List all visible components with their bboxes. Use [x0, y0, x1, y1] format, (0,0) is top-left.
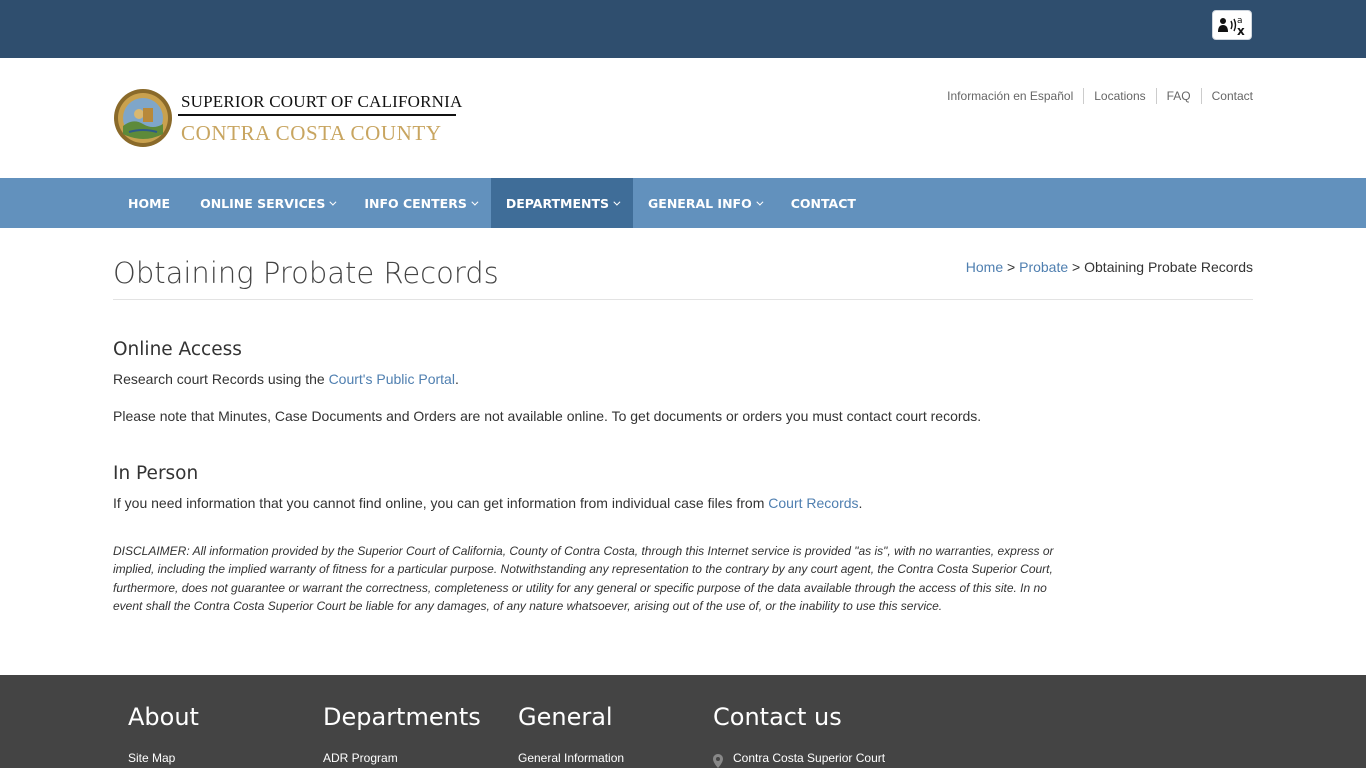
util-link-contact[interactable]: Contact — [1200, 88, 1253, 104]
breadcrumb-current: Obtaining Probate Records — [1084, 259, 1253, 275]
footer-link-site-map[interactable]: Site Map — [128, 751, 175, 765]
court-logo[interactable]: SUPERIOR COURT OF CALIFORNIA CONTRA COST… — [113, 88, 462, 148]
nav-label: INFO CENTERS — [364, 195, 467, 211]
footer-heading-contact: Contact us — [713, 703, 842, 731]
translate-person-icon: a x — [1218, 16, 1245, 37]
main-navbar: HOME ONLINE SERVICES INFO CENTERS DEPART… — [0, 178, 1366, 228]
online-access-paragraph: Research court Records using the Court's… — [113, 371, 459, 387]
footer-contact-address: Contra Costa Superior Court — [733, 751, 886, 765]
nav-label: GENERAL INFO — [648, 195, 752, 211]
disclaimer-text: DISCLAIMER: All information provided by … — [113, 544, 1054, 613]
breadcrumb-probate[interactable]: Probate — [1019, 259, 1068, 275]
public-portal-link[interactable]: Court's Public Portal — [329, 371, 455, 387]
footer-heading-about: About — [128, 703, 199, 731]
paragraph-text: . — [858, 495, 863, 511]
site-footer: About Site Map Departments ADR Program G… — [0, 675, 1366, 768]
chevron-down-icon — [471, 198, 479, 206]
section-heading-online-access: Online Access — [113, 339, 242, 360]
breadcrumb-home[interactable]: Home — [966, 259, 1003, 275]
top-bar: a x — [0, 0, 1366, 58]
logo-divider — [178, 114, 456, 116]
nav-item-info-centers[interactable]: INFO CENTERS — [349, 178, 491, 228]
breadcrumb-separator: > — [1068, 259, 1085, 275]
court-seal-icon — [114, 89, 172, 147]
nav-label: DEPARTMENTS — [505, 195, 610, 211]
chevron-down-icon — [756, 198, 764, 206]
footer-link-general-information[interactable]: General Information — [518, 751, 624, 765]
chevron-down-icon — [613, 198, 621, 206]
nav-label: ONLINE SERVICES — [200, 195, 326, 211]
page-title: Obtaining Probate Records — [113, 256, 499, 290]
nav-item-online-services[interactable]: ONLINE SERVICES — [185, 178, 349, 228]
nav-item-general-info[interactable]: GENERAL INFO — [633, 178, 776, 228]
paragraph-text: . — [454, 371, 459, 387]
breadcrumb-separator: > — [1003, 259, 1020, 275]
footer-heading-general: General — [518, 703, 613, 731]
online-access-note: Please note that Minutes, Case Documents… — [113, 408, 982, 424]
nav-item-contact[interactable]: CONTACT — [776, 178, 871, 228]
logo-title-line2: CONTRA COSTA COUNTY — [181, 121, 442, 145]
chevron-down-icon — [329, 198, 337, 206]
breadcrumb: Home > Probate > Obtaining Probate Recor… — [966, 259, 1253, 275]
translate-button[interactable]: a x — [1212, 10, 1252, 40]
paragraph-text: If you need information that you cannot … — [113, 495, 769, 511]
logo-title-line1: SUPERIOR COURT OF CALIFORNIA — [181, 92, 463, 111]
paragraph-text: Research court Records using the — [113, 371, 329, 387]
in-person-paragraph: If you need information that you cannot … — [113, 495, 862, 511]
nav-label: HOME — [128, 195, 171, 211]
utility-links: Información en Español Locations FAQ Con… — [937, 88, 1253, 104]
util-link-espanol[interactable]: Información en Español — [937, 88, 1083, 104]
nav-label: CONTACT — [790, 195, 856, 211]
nav-item-departments[interactable]: DEPARTMENTS — [490, 178, 634, 228]
footer-link-adr-program[interactable]: ADR Program — [323, 751, 398, 765]
svg-text:x: x — [1237, 24, 1245, 37]
map-pin-icon — [713, 754, 723, 768]
main-nav: HOME ONLINE SERVICES INFO CENTERS DEPART… — [113, 178, 871, 228]
util-link-locations[interactable]: Locations — [1083, 88, 1155, 104]
util-link-faq[interactable]: FAQ — [1155, 88, 1201, 104]
title-divider — [113, 299, 1253, 300]
nav-item-home[interactable]: HOME — [113, 178, 185, 228]
footer-heading-departments: Departments — [323, 703, 481, 731]
court-records-link[interactable]: Court Records — [768, 495, 858, 511]
section-heading-in-person: In Person — [113, 463, 199, 484]
